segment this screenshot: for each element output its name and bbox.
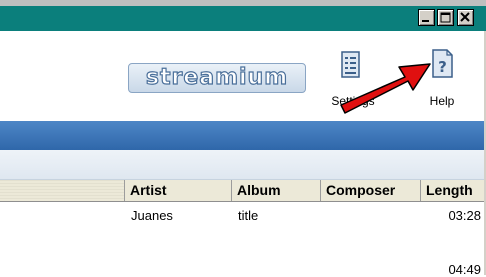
title-bar[interactable] [0, 6, 486, 31]
column-header-album[interactable]: Album [231, 180, 320, 201]
streamium-logo: streamium [128, 63, 306, 93]
table-header: Artist Album Composer Length [0, 180, 486, 202]
column-header-artist[interactable]: Artist [124, 180, 231, 201]
table-row[interactable]: 04:49 [0, 238, 484, 277]
light-toolbar-bar [0, 150, 486, 180]
red-arrow-icon [340, 63, 431, 114]
maximize-button[interactable] [437, 9, 454, 26]
close-button[interactable] [457, 9, 474, 26]
column-header-composer[interactable]: Composer [320, 180, 420, 201]
cell-length: 03:28 [448, 208, 481, 223]
column-header-blank[interactable] [0, 180, 124, 201]
maximize-icon [440, 12, 451, 23]
minimize-icon [422, 20, 429, 22]
minimize-button[interactable] [418, 9, 435, 26]
application-window: streamium Settings ? Help Artist Album C… [0, 0, 486, 277]
close-icon [460, 12, 470, 22]
blue-header-bar [0, 121, 486, 150]
table-row[interactable]: Juanes title 03:28 [0, 202, 484, 238]
svg-text:?: ? [438, 58, 447, 76]
cell-artist: Juanes [131, 208, 173, 223]
column-header-length[interactable]: Length [420, 180, 486, 201]
logo-text: streamium [145, 64, 289, 90]
cell-album: title [238, 208, 259, 223]
